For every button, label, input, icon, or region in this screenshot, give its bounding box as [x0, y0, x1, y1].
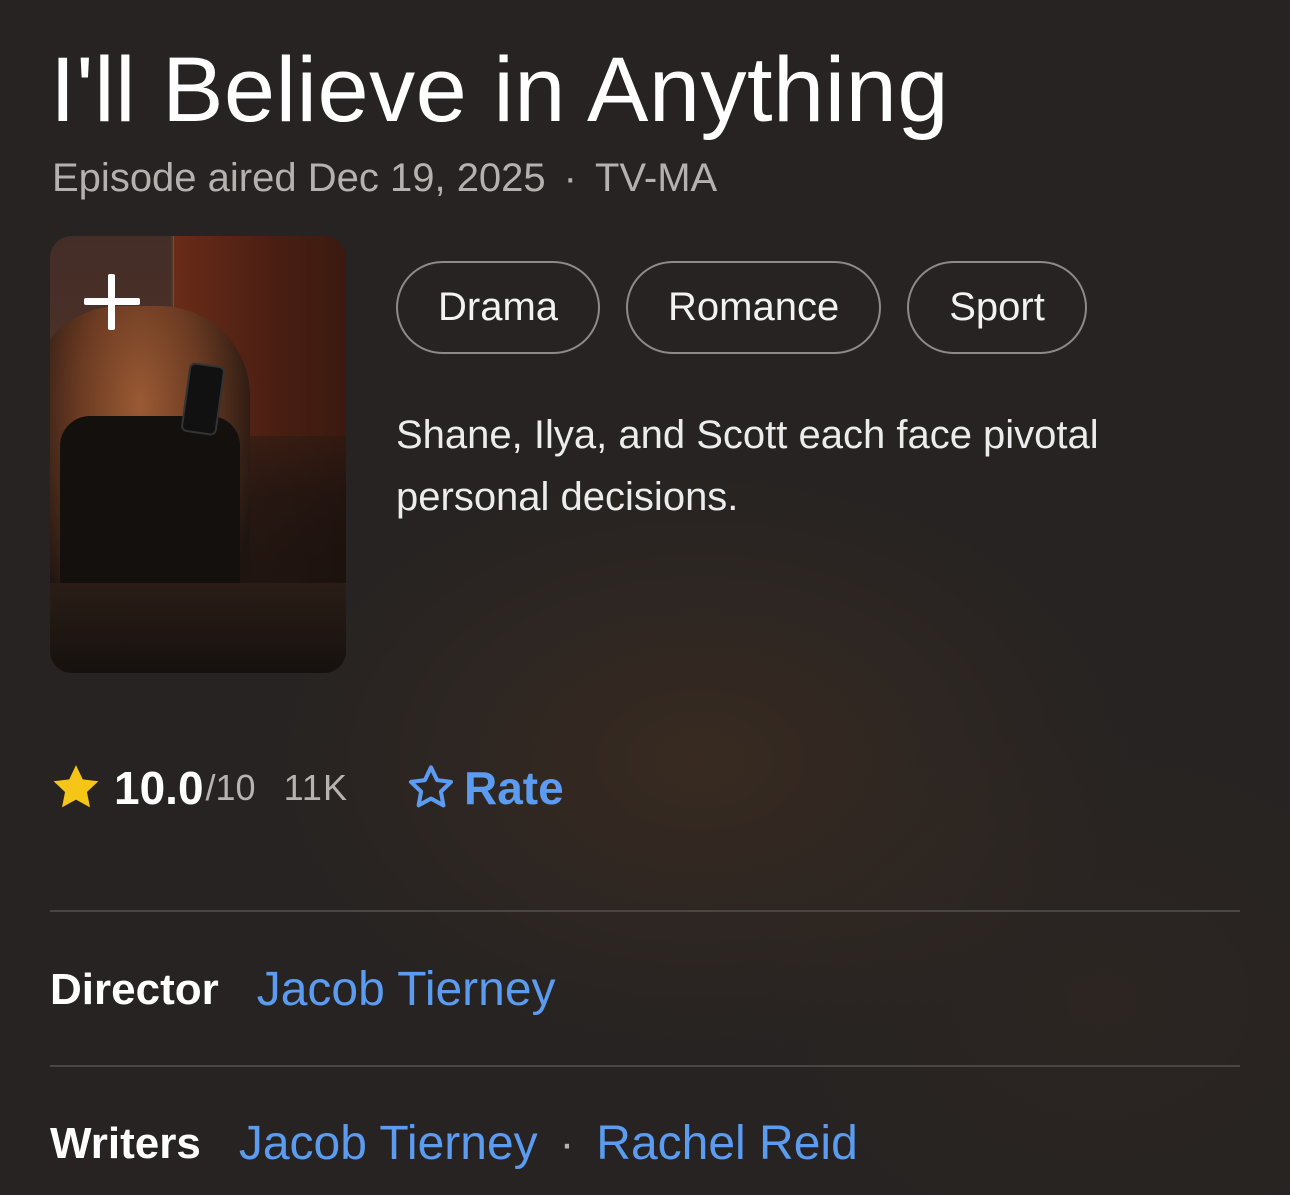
director-row: Director Jacob Tierney [50, 962, 556, 1017]
poster-couch [50, 583, 346, 673]
meta-separator: · [563, 156, 577, 200]
divider [50, 1065, 1240, 1067]
rate-button[interactable]: Rate [404, 761, 564, 815]
episode-synopsis: Shane, Ilya, and Scott each face pivotal… [396, 413, 1099, 519]
rating-count: 11K [283, 767, 348, 808]
rating-row: 10.0 /10 11K Rate [48, 760, 564, 816]
writers-separator: · [559, 1118, 575, 1168]
genre-chip-drama[interactable]: Drama [396, 261, 601, 354]
plus-icon[interactable] [80, 270, 144, 334]
director-link[interactable]: Jacob Tierney [257, 962, 556, 1017]
writer-link[interactable]: Jacob Tierney [239, 1116, 538, 1171]
writers-row: Writers Jacob Tierney · Rachel Reid [50, 1116, 858, 1171]
writers-label: Writers [50, 1118, 201, 1168]
rating-score: 10.0 [114, 762, 204, 814]
divider [50, 910, 1240, 912]
star-outline-icon [408, 765, 454, 808]
genre-chip-sport[interactable]: Sport [907, 261, 1087, 354]
episode-title: I'll Believe in Anything [50, 39, 949, 141]
genre-chips: Drama Romance Sport [396, 261, 1087, 354]
rate-label: Rate [463, 762, 564, 814]
writer-link[interactable]: Rachel Reid [596, 1116, 857, 1171]
air-date: Episode aired Dec 19, 2025 [52, 156, 546, 200]
director-label: Director [50, 964, 219, 1014]
star-icon [53, 765, 99, 808]
episode-meta: Episode aired Dec 19, 2025 · TV-MA [52, 156, 717, 201]
genre-chip-romance[interactable]: Romance [626, 261, 882, 354]
rating-out-of: /10 [205, 767, 256, 808]
content-rating: TV-MA [595, 156, 718, 200]
